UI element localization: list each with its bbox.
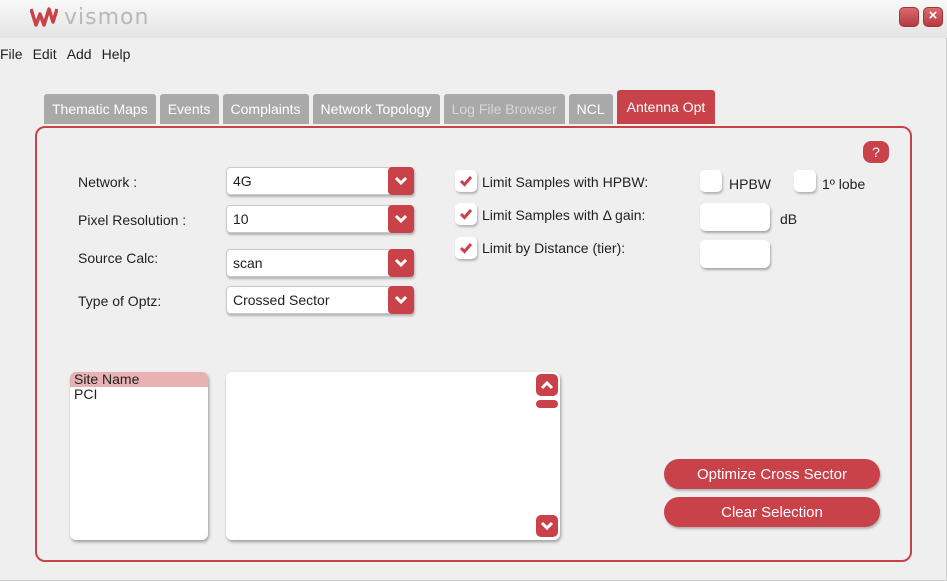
limit-hpbw-label: Limit Samples with HPBW: (482, 174, 649, 190)
first-lobe-checkbox[interactable] (794, 170, 816, 192)
app-window: vismon × File Edit Add Help Thematic Map… (0, 0, 947, 581)
hpbw-option-label: HPBW (729, 176, 771, 192)
minimize-button[interactable] (899, 7, 919, 27)
distance-input[interactable] (700, 240, 770, 268)
limit-gain-checkbox[interactable] (455, 203, 477, 225)
pixel-resolution-value: 10 (233, 211, 249, 227)
list-item-site-name[interactable]: Site Name (70, 372, 208, 387)
tab-antenna-opt[interactable]: Antenna Opt (616, 90, 716, 124)
vismon-logo: vismon (30, 4, 149, 30)
optimize-cross-sector-button[interactable]: Optimize Cross Sector (664, 459, 880, 489)
menu-edit[interactable]: Edit (29, 46, 61, 68)
chevron-down-icon[interactable] (388, 205, 414, 233)
chevron-up-icon (540, 380, 554, 390)
pixel-resolution-label: Pixel Resolution : (78, 212, 187, 228)
checkmark-icon (459, 209, 473, 220)
limit-gain-label: Limit Samples with Δ gain: (482, 207, 646, 223)
source-calc-value: scan (233, 255, 263, 271)
chevron-down-icon[interactable] (388, 249, 414, 277)
limit-hpbw-checkbox[interactable] (455, 170, 477, 192)
source-calc-label: Source Calc: (78, 250, 159, 266)
source-calc-select[interactable]: scan (226, 249, 414, 277)
gain-input[interactable] (700, 203, 770, 231)
chevron-down-icon (540, 521, 554, 531)
vismon-logo-icon (30, 7, 58, 27)
menu-file[interactable]: File (0, 46, 27, 68)
menu-bar: File Edit Add Help (0, 46, 136, 68)
list-item-pci[interactable]: PCI (70, 387, 208, 402)
hpbw-checkbox[interactable] (700, 170, 722, 192)
checkmark-icon (459, 176, 473, 187)
logo-text: vismon (64, 4, 150, 30)
field-list[interactable]: Site Name PCI (70, 372, 208, 540)
menu-help[interactable]: Help (98, 46, 135, 68)
pixel-resolution-select[interactable]: 10 (226, 205, 414, 233)
clear-selection-button[interactable]: Clear Selection (664, 497, 880, 527)
value-list[interactable] (226, 372, 560, 540)
gain-unit-label: dB (780, 211, 798, 227)
first-lobe-option-label: 1º lobe (822, 176, 866, 192)
title-bar: vismon × (0, 0, 947, 38)
network-value: 4G (233, 173, 252, 189)
help-button[interactable]: ? (863, 141, 889, 163)
type-of-optz-select[interactable]: Crossed Sector (226, 286, 414, 314)
tab-ncl[interactable]: NCL (568, 94, 613, 124)
tab-log-file-browser[interactable]: Log File Browser (443, 94, 565, 124)
chevron-down-icon[interactable] (388, 167, 414, 195)
limit-distance-checkbox[interactable] (455, 237, 477, 259)
type-of-optz-value: Crossed Sector (233, 292, 330, 308)
type-of-optz-label: Type of Optz: (78, 293, 162, 309)
scroll-up-button[interactable] (536, 374, 558, 396)
close-icon: × (928, 7, 938, 24)
tab-events[interactable]: Events (159, 94, 219, 124)
network-label: Network : (78, 174, 138, 190)
tab-thematic-maps[interactable]: Thematic Maps (44, 94, 156, 124)
scroll-down-button[interactable] (536, 515, 558, 537)
tab-bar: Thematic Maps Events Complaints Network … (44, 90, 719, 126)
chevron-down-icon[interactable] (388, 286, 414, 314)
scrollbar-thumb[interactable] (536, 400, 558, 408)
tab-complaints[interactable]: Complaints (222, 94, 309, 124)
limit-distance-label: Limit by Distance (tier): (482, 240, 626, 256)
network-select[interactable]: 4G (226, 167, 414, 195)
close-button[interactable]: × (923, 7, 943, 27)
checkmark-icon (459, 243, 473, 254)
menu-add[interactable]: Add (63, 46, 96, 68)
tab-network-topology[interactable]: Network Topology (312, 94, 440, 124)
